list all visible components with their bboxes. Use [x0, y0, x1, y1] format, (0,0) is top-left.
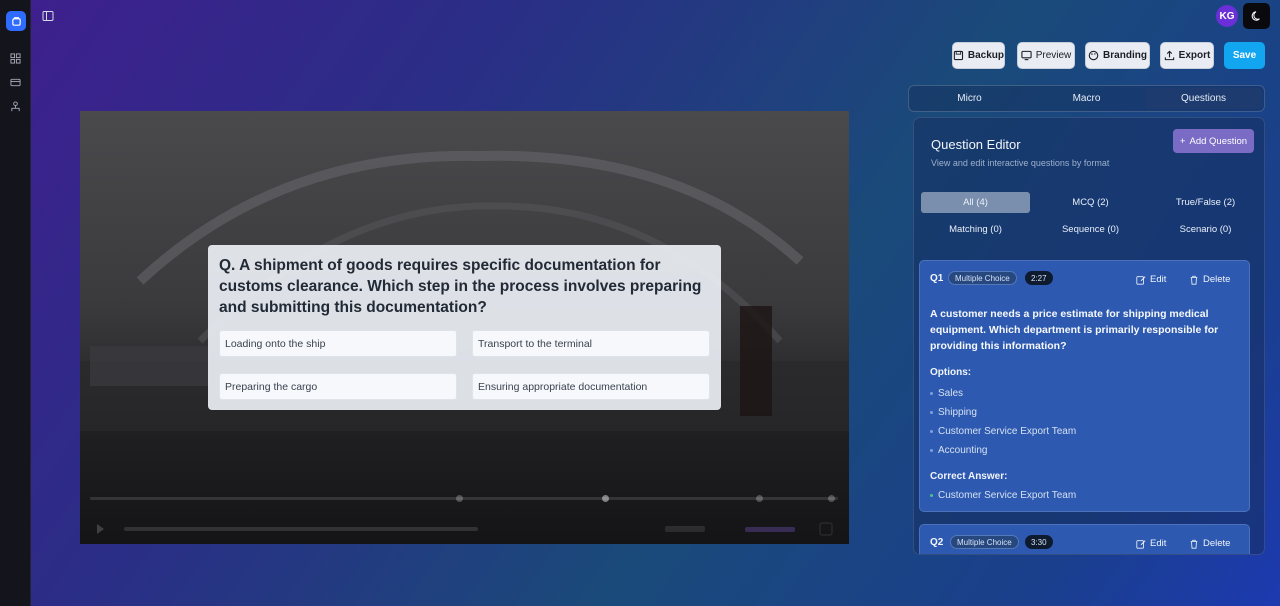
timestamp-badge: 3:30 — [1025, 535, 1053, 549]
question-card: Q1 Multiple Choice 2:27 Edit Delete A cu… — [919, 260, 1250, 512]
option-text: Customer Service Export Team — [938, 426, 1077, 437]
branding-label: Branding — [1103, 50, 1147, 61]
export-label: Export — [1178, 50, 1211, 61]
delete-button[interactable]: Delete — [1189, 274, 1230, 285]
preview-label: Preview — [1035, 50, 1072, 61]
option-item: Customer Service Export Team — [930, 426, 1076, 437]
user-avatar[interactable]: KG — [1216, 5, 1238, 27]
app-rail — [0, 0, 31, 606]
question-type-badge: Multiple Choice — [948, 271, 1017, 285]
option-text: Accounting — [938, 445, 988, 456]
delete-label: Delete — [1203, 538, 1231, 549]
question-marker[interactable] — [456, 495, 463, 502]
question-filters: All (4) MCQ (2) True/False (2) Matching … — [921, 192, 1264, 240]
question-marker[interactable] — [756, 495, 763, 502]
timestamp-badge: 2:27 — [1025, 271, 1053, 285]
volume-track — [124, 527, 478, 531]
filter-mcq[interactable]: MCQ (2) — [1036, 192, 1145, 213]
editor-title: Question Editor — [931, 137, 1021, 152]
trash-icon — [1190, 275, 1198, 285]
edit-icon — [1136, 539, 1146, 549]
edit-label: Edit — [1150, 274, 1167, 285]
preview-button[interactable]: Preview — [1017, 42, 1075, 69]
add-question-button[interactable]: + Add Question — [1173, 129, 1254, 153]
dashboard-icon[interactable] — [9, 52, 22, 65]
monitor-icon — [1021, 50, 1032, 61]
user-tree-icon[interactable] — [9, 100, 22, 113]
edit-button[interactable]: Edit — [1136, 274, 1166, 285]
delete-label: Delete — [1203, 274, 1231, 285]
answer-heading: Correct Answer: — [930, 471, 1008, 482]
question-text: Q. A shipment of goods requires specific… — [219, 257, 702, 316]
answer-option[interactable]: Preparing the cargo — [219, 373, 457, 400]
delete-button[interactable]: Delete — [1189, 538, 1230, 549]
option-item: Accounting — [930, 445, 987, 456]
question-marker[interactable] — [828, 495, 835, 502]
save-disk-icon — [953, 50, 964, 61]
answer-text: Customer Service Export Team — [938, 490, 1077, 501]
question-type-badge: Multiple Choice — [950, 535, 1019, 549]
filter-true-false[interactable]: True/False (2) — [1151, 192, 1260, 213]
tab-micro[interactable]: Micro — [911, 88, 1028, 109]
progress-track[interactable] — [90, 495, 838, 502]
card-icon[interactable] — [9, 76, 22, 89]
answer-option[interactable]: Loading onto the ship — [219, 330, 457, 357]
moon-icon — [1251, 11, 1260, 21]
player-controls[interactable] — [80, 517, 849, 541]
question-body: A customer needs a price estimate for sh… — [930, 308, 1219, 352]
filter-scenario[interactable]: Scenario (0) — [1151, 219, 1260, 240]
answer-option[interactable]: Transport to the terminal — [472, 330, 710, 357]
sidebar-toggle-icon[interactable] — [42, 9, 56, 23]
theme-toggle-button[interactable] — [1243, 3, 1270, 29]
correct-answer: Customer Service Export Team — [930, 490, 1076, 501]
filter-matching[interactable]: Matching (0) — [921, 219, 1030, 240]
trash-icon — [1190, 539, 1198, 549]
option-text: Sales — [938, 388, 964, 399]
save-button[interactable]: Save — [1224, 42, 1265, 69]
upload-icon — [1164, 50, 1174, 61]
answer-option[interactable]: Ensuring appropriate documentation — [472, 373, 710, 400]
backup-label: Backup — [967, 50, 1004, 61]
edit-label: Edit — [1150, 538, 1167, 549]
question-overlay: Q. A shipment of goods requires specific… — [208, 245, 721, 410]
export-button[interactable]: Export — [1160, 42, 1214, 69]
question-card: Q2 Multiple Choice 3:30 Edit Delete — [919, 524, 1250, 554]
question-editor-panel: Question Editor View and edit interactiv… — [913, 117, 1265, 555]
options-heading: Options: — [930, 367, 972, 378]
add-question-label: Add Question — [1189, 135, 1248, 147]
palette-icon — [1088, 50, 1099, 61]
filter-sequence[interactable]: Sequence (0) — [1036, 219, 1145, 240]
option-item: Sales — [930, 388, 963, 399]
plus-icon: + — [1179, 135, 1186, 147]
edit-icon — [1136, 275, 1146, 285]
playhead[interactable] — [602, 495, 609, 502]
mode-tabs: Micro Macro Questions — [908, 85, 1265, 112]
answer-options: Loading onto the ship Transport to the t… — [219, 330, 710, 400]
option-item: Shipping — [930, 407, 977, 418]
edit-button[interactable]: Edit — [1136, 538, 1166, 549]
app-logo-icon[interactable] — [6, 11, 26, 31]
question-number: Q2 — [930, 537, 944, 548]
backup-button[interactable]: Backup — [952, 42, 1005, 69]
tab-macro[interactable]: Macro — [1028, 88, 1145, 109]
question-number: Q1 — [930, 273, 944, 284]
filter-all[interactable]: All (4) — [921, 192, 1030, 213]
video-player[interactable]: Q. A shipment of goods requires specific… — [80, 111, 849, 544]
tab-questions[interactable]: Questions — [1145, 88, 1262, 109]
branding-button[interactable]: Branding — [1085, 42, 1150, 69]
play-icon — [97, 524, 104, 534]
option-text: Shipping — [938, 407, 977, 418]
editor-subtitle: View and edit interactive questions by f… — [931, 158, 1110, 168]
